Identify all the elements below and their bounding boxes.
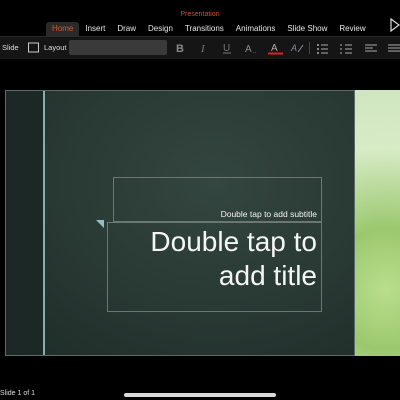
layout-button[interactable]: Layout xyxy=(44,37,67,59)
home-indicator[interactable] xyxy=(124,393,276,397)
tab-animations[interactable]: Animations xyxy=(230,22,282,36)
svg-text:B: B xyxy=(176,43,184,55)
slide-left-band xyxy=(6,91,44,355)
numbering-icon[interactable] xyxy=(340,41,353,55)
svg-text:..: .. xyxy=(253,49,257,55)
font-name-field[interactable] xyxy=(69,40,167,55)
underline-icon[interactable]: U xyxy=(221,41,234,55)
new-slide-button[interactable]: Slide xyxy=(2,37,19,59)
svg-text:A: A xyxy=(290,43,297,53)
layout-icon xyxy=(28,42,39,53)
tab-draw[interactable]: Draw xyxy=(111,22,142,36)
title-placeholder-text: Double tap to add title xyxy=(150,226,317,291)
ribbon-tabs: Home Insert Draw Design Transitions Anim… xyxy=(46,22,372,36)
svg-text:U: U xyxy=(223,43,230,54)
italic-icon[interactable]: I xyxy=(198,41,211,55)
slide-background-preview xyxy=(355,90,400,356)
highlight-icon[interactable]: A xyxy=(290,41,304,55)
tab-home[interactable]: Home xyxy=(46,22,80,36)
slide-counter: Slide 1 of 1 xyxy=(0,390,36,397)
toolbar-divider xyxy=(309,42,310,54)
font-size-icon[interactable]: A .. xyxy=(244,41,260,55)
presenter-play-icon[interactable] xyxy=(390,18,400,32)
svg-text:A: A xyxy=(245,44,252,55)
tab-design[interactable]: Design xyxy=(142,22,179,36)
ribbon-toolbar: Slide Layout B I U A .. A A xyxy=(0,36,400,60)
tab-insert[interactable]: Insert xyxy=(79,22,111,36)
subtitle-placeholder-text: Double tap to add subtitle xyxy=(220,209,317,219)
slide-accent-line xyxy=(43,91,45,355)
align-more-icon[interactable] xyxy=(388,41,400,55)
font-color-icon[interactable]: A xyxy=(268,41,283,55)
tab-review[interactable]: Review xyxy=(333,22,371,36)
subtitle-placeholder[interactable]: Double tap to add subtitle xyxy=(113,177,322,222)
title-placeholder[interactable]: Double tap to add title xyxy=(107,222,322,312)
app-title: Presentation xyxy=(180,11,220,18)
bullets-icon[interactable] xyxy=(316,41,329,55)
tab-transitions[interactable]: Transitions xyxy=(179,22,230,36)
svg-text:A: A xyxy=(271,43,278,54)
tab-slide-show[interactable]: Slide Show xyxy=(281,22,333,36)
svg-text:I: I xyxy=(200,43,206,55)
align-icon[interactable] xyxy=(365,41,378,55)
bold-icon[interactable]: B xyxy=(174,41,187,55)
selection-handle-icon[interactable] xyxy=(96,220,104,228)
